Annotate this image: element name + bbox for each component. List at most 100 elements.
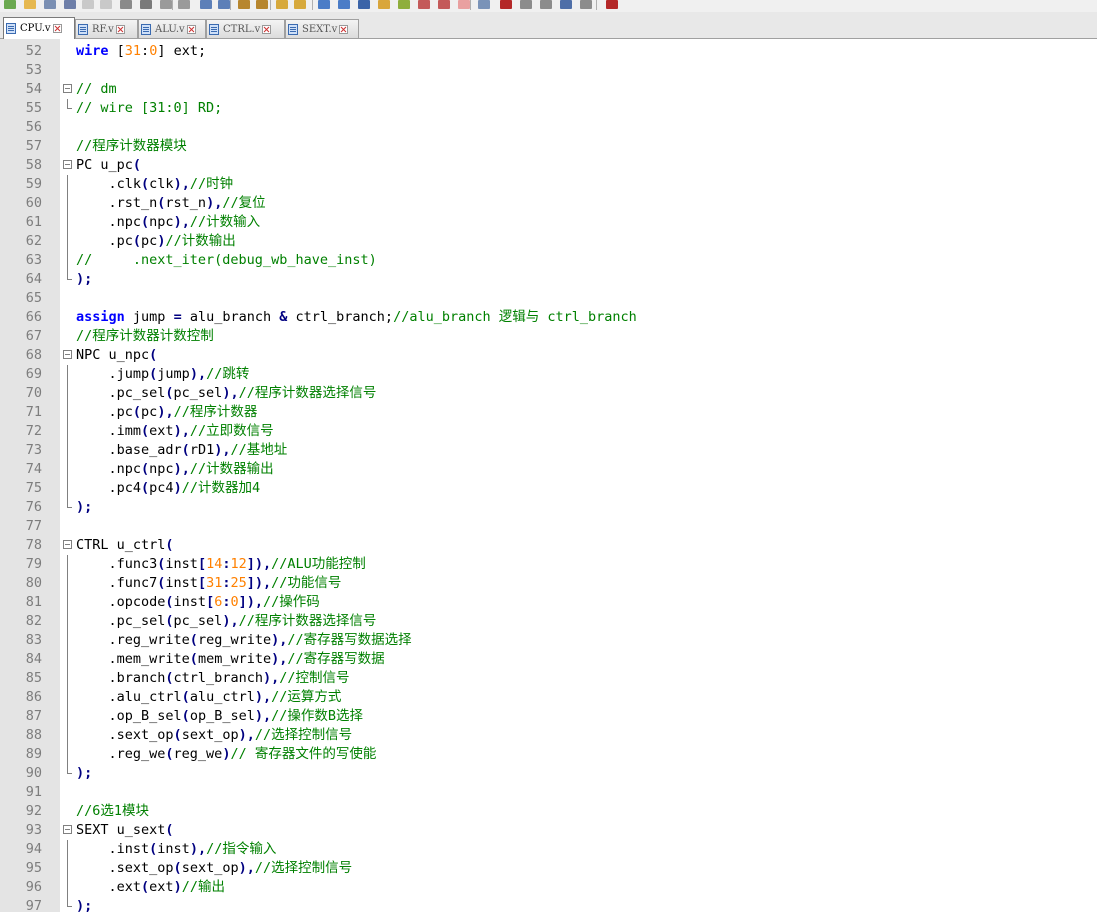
- code-line[interactable]: 69 .jump(jump),//跳转: [0, 365, 1097, 384]
- print-icon[interactable]: [120, 0, 132, 9]
- code-line[interactable]: 97);: [0, 897, 1097, 912]
- replace-icon[interactable]: [256, 0, 268, 9]
- code-line[interactable]: 61 .npc(npc),//计数输入: [0, 213, 1097, 232]
- tab-ctrl-v[interactable]: CTRL.v: [206, 19, 285, 38]
- code-line[interactable]: 72 .imm(ext),//立即数信号: [0, 422, 1097, 441]
- code-line[interactable]: 54 // dm: [0, 80, 1097, 99]
- code-line[interactable]: 83 .reg_write(reg_write),//寄存器写数据选择: [0, 631, 1097, 650]
- code-line[interactable]: 76);: [0, 498, 1097, 517]
- save-icon[interactable]: [44, 0, 56, 9]
- code-line[interactable]: 91: [0, 783, 1097, 802]
- code-line[interactable]: 66 assign jump = alu_branch & ctrl_branch…: [0, 308, 1097, 327]
- paste-icon[interactable]: [178, 0, 190, 9]
- close-all-icon[interactable]: [100, 0, 112, 9]
- code-line[interactable]: 81 .opcode(inst[6:0]),//操作码: [0, 593, 1097, 612]
- save-macro-icon[interactable]: [580, 0, 592, 9]
- open-file-icon[interactable]: [24, 0, 36, 9]
- code-line[interactable]: 94 .inst(inst),//指令输入: [0, 840, 1097, 859]
- fold-toggle-icon[interactable]: [62, 821, 74, 840]
- tab-close-icon[interactable]: [339, 24, 349, 34]
- fold-line-icon: [62, 460, 74, 479]
- code-line[interactable]: 87 .op_B_sel(op_B_sel),//操作数B选择: [0, 707, 1097, 726]
- record-macro-icon[interactable]: [500, 0, 512, 9]
- number-token: 14: [206, 556, 223, 572]
- code-line[interactable]: 93 SEXT u_sext(: [0, 821, 1097, 840]
- show-all-chars-icon[interactable]: [358, 0, 370, 9]
- tab-close-icon[interactable]: [115, 24, 125, 34]
- function-list-icon[interactable]: [438, 0, 450, 9]
- monitor-icon[interactable]: [478, 0, 490, 9]
- tab-close-icon[interactable]: [52, 24, 62, 33]
- code-line[interactable]: 57 //程序计数器模块: [0, 137, 1097, 156]
- code-line[interactable]: 86 .alu_ctrl(alu_ctrl),//运算方式: [0, 688, 1097, 707]
- code-line[interactable]: 74 .npc(npc),//计数器输出: [0, 460, 1097, 479]
- code-line[interactable]: 64);: [0, 270, 1097, 289]
- code-line[interactable]: 96 .ext(ext)//输出: [0, 878, 1097, 897]
- code-line[interactable]: 70 .pc_sel(pc_sel),//程序计数器选择信号: [0, 384, 1097, 403]
- zoom-in-icon[interactable]: [276, 0, 288, 9]
- close-icon[interactable]: [82, 0, 94, 9]
- code-line[interactable]: 60 .rst_n(rst_n),//复位: [0, 194, 1097, 213]
- code-line[interactable]: 75 .pc4(pc4)//计数器加4: [0, 479, 1097, 498]
- code-line[interactable]: 62 .pc(pc)//计数输出: [0, 232, 1097, 251]
- code-line[interactable]: 95 .sext_op(sext_op),//选择控制信号: [0, 859, 1097, 878]
- fold-toggle-icon[interactable]: [62, 346, 74, 365]
- line-number: 73: [25, 442, 42, 458]
- tab-cpu-v[interactable]: CPU.v: [3, 17, 75, 39]
- copy-icon[interactable]: [160, 0, 172, 9]
- fold-toggle-icon[interactable]: [62, 156, 74, 175]
- lang-icon[interactable]: [398, 0, 410, 9]
- fold-toggle-icon[interactable]: [62, 80, 74, 99]
- line-number: 62: [25, 233, 42, 249]
- code-line[interactable]: 80 .func7(inst[31:25]),//功能信号: [0, 574, 1097, 593]
- redo-icon[interactable]: [218, 0, 230, 9]
- wrap-icon[interactable]: [338, 0, 350, 9]
- code-line[interactable]: 52 wire [31:0] ext;: [0, 42, 1097, 61]
- code-line[interactable]: 68 NPC u_npc(: [0, 346, 1097, 365]
- code-line[interactable]: 63 // .next_iter(debug_wb_have_inst): [0, 251, 1097, 270]
- undo-icon[interactable]: [200, 0, 212, 9]
- tab-alu-v[interactable]: ALU.v: [138, 19, 206, 38]
- code-line[interactable]: 92 //6选1模块: [0, 802, 1097, 821]
- code-line[interactable]: 82 .pc_sel(pc_sel),//程序计数器选择信号: [0, 612, 1097, 631]
- tab-close-icon[interactable]: [262, 24, 272, 34]
- code-line[interactable]: 79 .func3(inst[14:12]),//ALU功能控制: [0, 555, 1097, 574]
- code-line[interactable]: 65: [0, 289, 1097, 308]
- code-line[interactable]: 89 .reg_we(reg_we)// 寄存器文件的写使能: [0, 745, 1097, 764]
- text-token: alu_ctrl: [189, 689, 255, 705]
- spellcheck-icon[interactable]: [606, 0, 618, 9]
- code-line[interactable]: 71 .pc(pc),//程序计数器: [0, 403, 1097, 422]
- zoom-out-icon[interactable]: [294, 0, 306, 9]
- run-macro-icon[interactable]: [560, 0, 572, 9]
- code-line[interactable]: 85 .branch(ctrl_branch),//控制信号: [0, 669, 1097, 688]
- code-line[interactable]: 53: [0, 61, 1097, 80]
- code-text: //6选1模块: [76, 802, 149, 821]
- stop-record-icon[interactable]: [520, 0, 532, 9]
- code-line[interactable]: 84 .mem_write(mem_write),//寄存器写数据: [0, 650, 1097, 669]
- code-line[interactable]: 59 .clk(clk),//时钟: [0, 175, 1097, 194]
- code-line[interactable]: 78 CTRL u_ctrl(: [0, 536, 1097, 555]
- comment-token: //控制信号: [279, 670, 350, 686]
- code-line[interactable]: 58 PC u_pc(: [0, 156, 1097, 175]
- tab-sext-v[interactable]: SEXT.v: [285, 19, 359, 38]
- folder-workspace-icon[interactable]: [458, 0, 470, 9]
- indent-guide-icon[interactable]: [378, 0, 390, 9]
- play-macro-icon[interactable]: [540, 0, 552, 9]
- code-line[interactable]: 88 .sext_op(sext_op),//选择控制信号: [0, 726, 1097, 745]
- sync-scroll-icon[interactable]: [318, 0, 330, 9]
- code-line[interactable]: 67 //程序计数器计数控制: [0, 327, 1097, 346]
- new-file-icon[interactable]: [4, 0, 16, 9]
- code-line[interactable]: 90);: [0, 764, 1097, 783]
- save-all-icon[interactable]: [64, 0, 76, 9]
- code-editor[interactable]: 52 wire [31:0] ext; 53 54// dm 55// wire [31…: [0, 39, 1097, 912]
- code-line[interactable]: 73 .base_adr(rD1),//基地址: [0, 441, 1097, 460]
- fold-toggle-icon[interactable]: [62, 536, 74, 555]
- code-line[interactable]: 55 // wire [31:0] RD;: [0, 99, 1097, 118]
- doc-map-icon[interactable]: [418, 0, 430, 9]
- code-line[interactable]: 56: [0, 118, 1097, 137]
- tab-close-icon[interactable]: [186, 24, 196, 34]
- cut-icon[interactable]: [140, 0, 152, 9]
- find-icon[interactable]: [238, 0, 250, 9]
- tab-rf-v[interactable]: RF.v: [75, 19, 138, 38]
- code-line[interactable]: 77: [0, 517, 1097, 536]
